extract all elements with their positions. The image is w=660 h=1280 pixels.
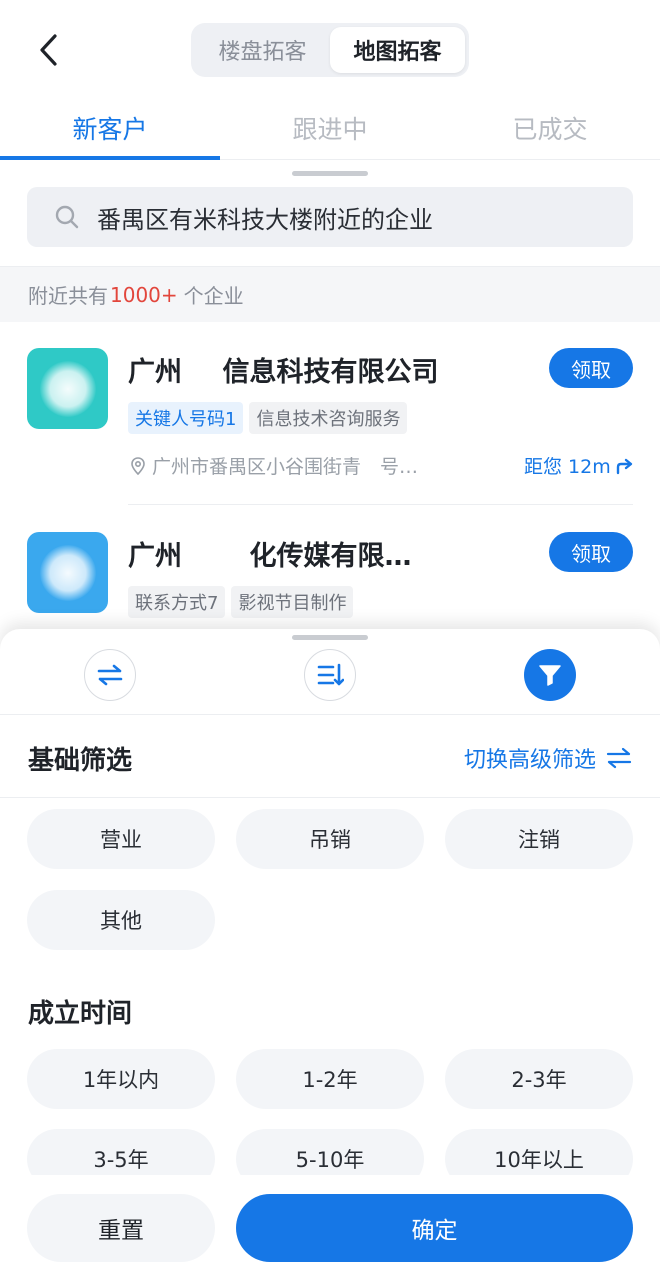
navigate-arrow-icon bbox=[616, 458, 632, 474]
summary-suffix: 个企业 bbox=[183, 284, 244, 308]
status-chip-active[interactable]: 营业 bbox=[27, 809, 215, 869]
mode-segmented-control: 楼盘拓客 地图拓客 bbox=[191, 23, 469, 77]
distance-text: 距您 12m bbox=[524, 456, 611, 478]
key-contact-tag: 关键人号码1 bbox=[128, 402, 244, 434]
segment-building[interactable]: 楼盘拓客 bbox=[195, 27, 330, 73]
back-button[interactable] bbox=[28, 30, 68, 70]
reset-button[interactable]: 重置 bbox=[27, 1194, 215, 1262]
contact-tag: 联系方式7 bbox=[128, 586, 226, 618]
tab-closed[interactable]: 已成交 bbox=[440, 96, 660, 159]
company-list-item[interactable]: 广州 化传媒有限… 领取 联系方式7 影视节目制作 bbox=[0, 506, 660, 630]
status-chip-cancelled[interactable]: 注销 bbox=[445, 809, 633, 869]
address-text: 广州市番禺区小谷围街青 号… bbox=[152, 456, 419, 478]
company-name: 广州 信息科技有限公司 bbox=[128, 357, 439, 388]
claim-button[interactable]: 领取 bbox=[549, 348, 633, 388]
list-divider bbox=[128, 504, 633, 505]
confirm-button[interactable]: 确定 bbox=[236, 1194, 633, 1262]
status-chip-other[interactable]: 其他 bbox=[27, 890, 215, 950]
search-input[interactable]: 番禺区有米科技大楼附近的企业 bbox=[27, 187, 633, 247]
swap-arrows-icon bbox=[97, 664, 123, 686]
filter-button[interactable] bbox=[524, 649, 576, 701]
status-chip-revoked[interactable]: 吊销 bbox=[236, 809, 424, 869]
summary-prefix: 附近共有 bbox=[28, 284, 108, 308]
filter-sheet: 基础筛选 切换高级筛选 营业 吊销 注销 其他 成立时间 1年以内 1-2年 2… bbox=[0, 629, 660, 1280]
filter-funnel-icon bbox=[539, 665, 561, 686]
company-list-item[interactable]: 广州 信息科技有限公司 领取 关键人号码1 信息技术咨询服务 广州市番禺区小谷围… bbox=[0, 322, 660, 506]
industry-tag: 影视节目制作 bbox=[231, 586, 354, 618]
tab-following[interactable]: 跟进中 bbox=[220, 96, 440, 159]
industry-tag: 信息技术咨询服务 bbox=[249, 402, 408, 434]
company-logo bbox=[27, 348, 108, 429]
time-chip-2-3y[interactable]: 2-3年 bbox=[445, 1049, 633, 1109]
search-query: 番禺区有米科技大楼附近的企业 bbox=[97, 205, 433, 234]
sort-button[interactable] bbox=[304, 649, 356, 701]
filter-toolbar bbox=[0, 641, 660, 715]
filter-footer: 重置 确定 bbox=[0, 1175, 660, 1280]
sort-icon bbox=[317, 663, 344, 686]
claim-button[interactable]: 领取 bbox=[549, 532, 633, 572]
location-pin-icon bbox=[131, 456, 145, 475]
drag-handle[interactable] bbox=[292, 171, 368, 176]
summary-count: 1000+ bbox=[110, 282, 178, 307]
chevron-left-icon bbox=[40, 34, 57, 66]
advanced-filter-toggle[interactable]: 切换高级筛选 bbox=[464, 742, 632, 774]
distance-link[interactable]: 距您 12m bbox=[524, 452, 635, 479]
switch-button[interactable] bbox=[84, 649, 136, 701]
company-logo bbox=[27, 532, 108, 613]
top-bar: 楼盘拓客 地图拓客 bbox=[0, 0, 660, 100]
company-address: 广州市番禺区小谷围街青 号… bbox=[128, 452, 418, 479]
result-summary: 附近共有 1000+ 个企业 bbox=[0, 266, 660, 322]
segment-map[interactable]: 地图拓客 bbox=[330, 27, 465, 73]
basic-filter-title: 基础筛选 bbox=[28, 746, 133, 776]
customer-tabs: 新客户 跟进中 已成交 bbox=[0, 96, 660, 160]
search-icon bbox=[55, 205, 79, 229]
time-chip-under-1y[interactable]: 1年以内 bbox=[27, 1049, 215, 1109]
time-chip-1-2y[interactable]: 1-2年 bbox=[236, 1049, 424, 1109]
advanced-filter-label: 切换高级筛选 bbox=[463, 748, 596, 773]
sheet-drag-handle[interactable] bbox=[292, 635, 368, 640]
swap-arrows-icon bbox=[606, 747, 632, 769]
basic-filter-header: 基础筛选 切换高级筛选 bbox=[0, 716, 660, 798]
company-name: 广州 化传媒有限… bbox=[128, 541, 412, 572]
established-time-title: 成立时间 bbox=[28, 999, 133, 1029]
tab-new-customers[interactable]: 新客户 bbox=[0, 96, 220, 160]
